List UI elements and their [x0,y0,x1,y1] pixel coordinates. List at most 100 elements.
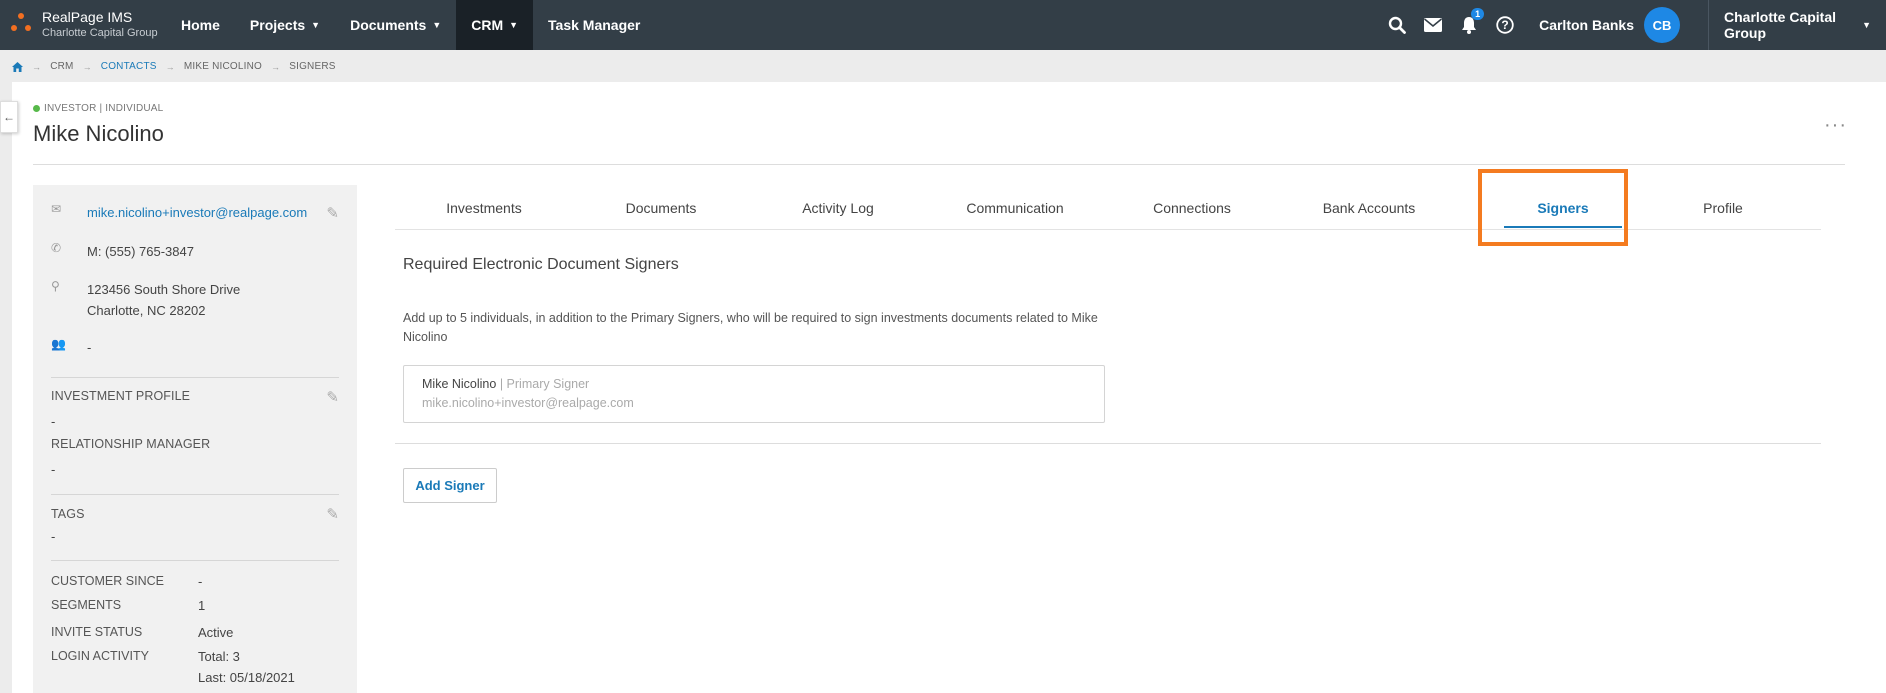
nav-task-manager[interactable]: Task Manager [533,0,655,50]
status-dot-icon [33,105,40,112]
arrow-right-icon: → [165,61,175,72]
ellipsis-icon: ··· [1824,114,1847,136]
customer-since-label: CUSTOMER SINCE [51,574,164,588]
more-options-button[interactable]: ··· [1824,114,1847,137]
pencil-icon[interactable]: ✎ [326,204,339,222]
tab-label: Bank Accounts [1322,200,1416,216]
brand-subtitle: Charlotte Capital Group [42,27,158,39]
nav-documents[interactable]: Documents ▼ [335,0,456,50]
tags-value: - [51,529,56,544]
nav-projects[interactable]: Projects ▼ [235,0,335,50]
tab-bank-accounts[interactable]: Bank Accounts [1281,186,1457,230]
tab-label: Investments [446,200,522,216]
login-last: Last: 05/18/2021 [198,670,295,685]
arrow-right-icon: → [32,61,42,72]
phone-row: ✆ M: (555) 765-3847 [51,241,194,262]
user-name[interactable]: Carlton Banks [1539,17,1634,33]
notifications-button[interactable]: 1 [1451,0,1487,50]
address-line1: 123456 South Shore Drive [87,282,241,297]
investment-profile-value: - [51,414,56,429]
divider [51,560,339,561]
svg-text:?: ? [1501,18,1508,32]
brand[interactable]: RealPage IMS Charlotte Capital Group [8,6,158,44]
header-tools: 1 ? Carlton Banks CB Charlotte Capital G… [1379,0,1886,50]
org-name: Charlotte Capital Group [1724,9,1837,41]
avatar[interactable]: CB [1644,7,1680,43]
divider [33,164,1845,165]
divider [51,494,339,495]
tab-communication[interactable]: Communication [927,186,1103,230]
brand-title: RealPage IMS [42,9,133,25]
notification-count-badge: 1 [1471,8,1485,20]
tab-connections[interactable]: Connections [1103,186,1281,230]
investment-profile-label: INVESTMENT PROFILE [51,389,191,403]
contact-sidebar: ✉ mike.nicolino+investor@realpage.com ✎ … [33,185,357,693]
nav-task-manager-label: Task Manager [548,17,641,33]
primary-signer-card: Mike Nicolino | Primary Signer mike.nico… [403,365,1105,423]
email-link[interactable]: mike.nicolino+investor@realpage.com [87,202,307,223]
top-nav-bar: RealPage IMS Charlotte Capital Group Hom… [0,0,1886,50]
search-icon [1388,16,1406,34]
map-marker-icon: ⚲ [51,279,60,293]
tab-label: Activity Log [802,200,874,216]
customer-since-value: - [198,574,203,589]
envelope-icon: ✉ [51,202,62,216]
contact-status: INVESTOR | INDIVIDUAL [33,103,163,114]
pencil-icon[interactable]: ✎ [326,505,339,523]
tab-profile[interactable]: Profile [1635,186,1811,230]
help-icon: ? [1496,16,1514,34]
signer-email: mike.nicolino+investor@realpage.com [422,396,634,410]
breadcrumb-contact[interactable]: MIKE NICOLINO [184,61,262,72]
messages-button[interactable] [1415,0,1451,50]
chevron-down-icon: ▼ [311,20,321,30]
tab-investments[interactable]: Investments [395,186,573,230]
users-icon: 👥 [51,337,66,351]
nav-documents-label: Documents [350,17,427,33]
group-value: - [87,340,92,355]
signer-name: Mike Nicolino [422,377,497,391]
arrow-left-icon: ← [3,110,15,124]
contact-status-label: INVESTOR | INDIVIDUAL [44,103,164,114]
chevron-down-icon: ▼ [509,20,519,30]
email-row: ✉ mike.nicolino+investor@realpage.com [51,202,307,223]
org-switcher[interactable]: Charlotte Capital Group ▼ [1708,0,1886,50]
page-title: Mike Nicolino [33,121,164,146]
nav-crm[interactable]: CRM ▼ [456,0,534,50]
arrow-right-icon: → [82,61,92,72]
search-button[interactable] [1379,0,1415,50]
phone-value: M: (555) 765-3847 [87,244,194,259]
group-row: 👥 - [51,337,91,358]
help-button[interactable]: ? [1487,0,1523,50]
chevron-down-icon: ▼ [432,20,442,30]
home-icon[interactable] [12,61,23,72]
breadcrumb: → CRM → CONTACTS → MIKE NICOLINO → SIGNE… [12,61,336,72]
tab-label: Communication [966,200,1064,216]
tab-label: Profile [1703,200,1743,216]
segments-link[interactable]: 1 [198,598,205,613]
invite-status-value: Active [198,625,234,640]
back-button[interactable]: ← [0,101,18,133]
relationship-manager-label: RELATIONSHIP MANAGER [51,437,211,451]
pencil-icon[interactable]: ✎ [326,388,339,406]
realpage-logo-icon [8,10,36,40]
section-description: Add up to 5 individuals, in addition to … [403,311,1098,344]
address-line2: Charlotte, NC 28202 [87,303,206,318]
login-activity-label: LOGIN ACTIVITY [51,649,149,663]
divider [51,377,339,378]
signer-role: | Primary Signer [499,377,590,391]
arrow-right-icon: → [271,61,281,72]
phone-icon: ✆ [51,241,62,255]
nav-crm-label: CRM [471,17,504,33]
envelope-icon [1424,18,1443,32]
breadcrumb-contacts[interactable]: CONTACTS [101,61,157,72]
invite-status-label: INVITE STATUS [51,625,143,639]
address-block: 123456 South Shore Drive Charlotte, NC 2… [87,279,240,321]
address-row: ⚲ 123456 South Shore Drive Charlotte, NC… [51,279,240,321]
breadcrumb-crm[interactable]: CRM [50,61,73,72]
tab-activity-log[interactable]: Activity Log [749,186,927,230]
breadcrumb-current: SIGNERS [289,61,336,72]
signers-tab-highlight [1478,169,1628,246]
nav-home[interactable]: Home [166,0,235,50]
add-signer-button[interactable]: Add Signer [403,468,497,503]
tab-documents[interactable]: Documents [573,186,749,230]
